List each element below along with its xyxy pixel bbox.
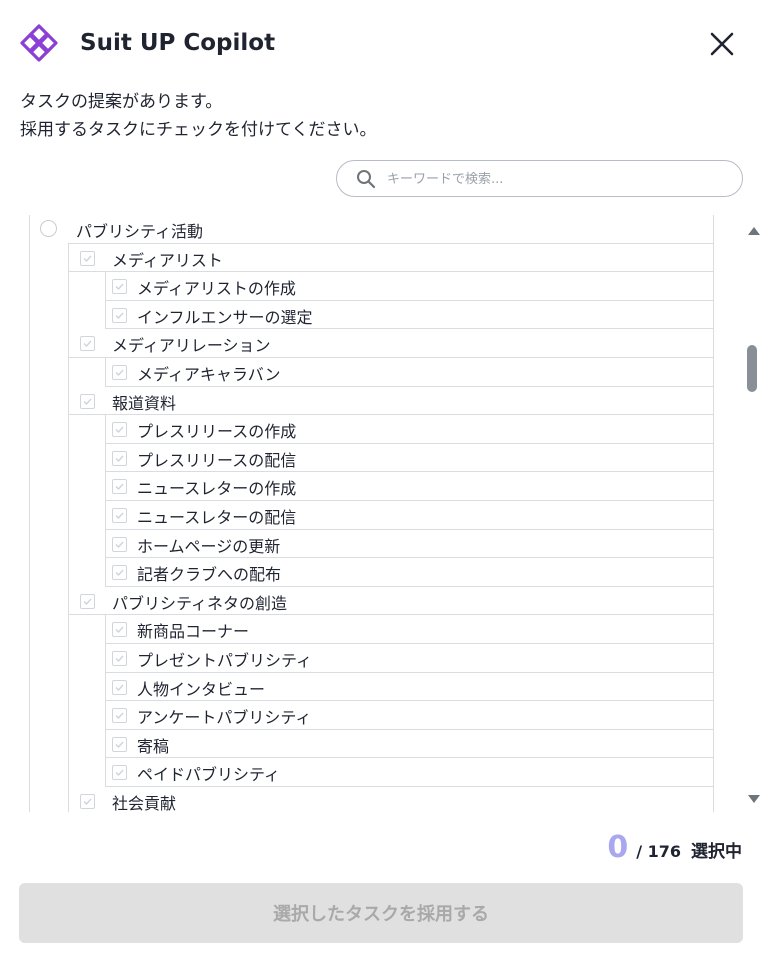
tree-item-label: アンケートパブリシティ — [137, 708, 312, 728]
tree-item-label: メディアリストの作成 — [137, 279, 296, 299]
task-checkbox[interactable] — [80, 336, 95, 352]
header: Suit UP Copilot — [0, 0, 760, 84]
root-radio[interactable] — [40, 220, 57, 237]
selected-suffix: 選択中 — [691, 842, 742, 862]
task-checkbox[interactable] — [112, 422, 127, 438]
tree-connector — [105, 358, 106, 387]
tree-connector — [105, 615, 106, 787]
task-checkbox[interactable] — [80, 250, 95, 266]
task-tree: パブリシティ活動 メディアリスト メディアリストの作成 インフルエンサーの選定 メディア… — [29, 215, 714, 812]
scrollbar[interactable] — [744, 215, 760, 812]
scroll-up-arrow-icon[interactable] — [748, 227, 760, 235]
task-checkbox[interactable] — [112, 508, 127, 523]
tree-group-label: 報道資料 — [112, 393, 177, 413]
task-checkbox[interactable] — [80, 794, 95, 809]
tree-root-label: パブリシティ活動 — [76, 222, 204, 241]
task-checkbox[interactable] — [112, 565, 127, 581]
tree-item-label: プレゼントパブリシティ — [137, 651, 313, 670]
task-checkbox[interactable] — [112, 536, 127, 552]
task-checkbox[interactable] — [112, 479, 127, 495]
tree-item-label: プレスリリースの配信 — [137, 450, 297, 470]
selection-counter: 0 / 176 選択中 — [607, 830, 742, 865]
tree-item-label: 人物インタビュー — [137, 679, 266, 699]
tree-item-label: 新商品コーナー — [137, 622, 250, 642]
task-checkbox[interactable] — [112, 736, 127, 752]
tree-item-label: プレスリリースの作成 — [137, 422, 297, 442]
tree-group-label: メディアリレーション — [112, 336, 271, 356]
tree-item-label: ニュースレターの作成 — [137, 479, 297, 499]
search-icon — [357, 170, 376, 189]
tree-group-label: 社会貢献 — [112, 794, 177, 812]
task-checkbox[interactable] — [80, 593, 95, 609]
search-input[interactable] — [387, 167, 727, 191]
close-icon[interactable] — [706, 28, 738, 60]
intro-line-2: 採用するタスクにチェックを付けてください。 — [20, 120, 377, 140]
tree-connector — [105, 272, 106, 330]
task-checkbox[interactable] — [112, 279, 127, 295]
tree-item-label: インフルエンサーの選定 — [137, 307, 313, 327]
tree-item-label: ホームページの更新 — [137, 536, 281, 556]
task-checkbox[interactable] — [112, 765, 127, 781]
search-box[interactable] — [336, 160, 743, 197]
intro-text: タスクの提案があります。 採用するタスクにチェックを付けてください。 — [20, 88, 377, 144]
selected-count: 0 — [607, 830, 629, 865]
app-title: Suit UP Copilot — [80, 30, 276, 56]
tree-group-label: パブリシティネタの創造 — [112, 593, 288, 613]
tree-item-label: ペイドパブリシティ — [137, 765, 281, 785]
task-checkbox[interactable] — [112, 622, 127, 638]
tree-item-label: 記者クラブへの配布 — [137, 565, 282, 585]
tree-connector — [105, 415, 106, 587]
suitup-logo-icon — [20, 24, 58, 62]
task-checkbox[interactable] — [112, 307, 127, 323]
task-checkbox[interactable] — [112, 450, 127, 466]
task-checkbox[interactable] — [80, 393, 95, 409]
scroll-thumb[interactable] — [747, 345, 757, 392]
tree-item-label: 寄稿 — [137, 736, 170, 756]
tree-item-label: ニュースレターの配信 — [137, 508, 297, 527]
task-checkbox[interactable] — [112, 679, 127, 695]
adopt-tasks-button[interactable]: 選択したタスクを採用する — [19, 883, 743, 943]
total-count: / 176 — [636, 842, 681, 861]
task-checkbox[interactable] — [112, 708, 127, 724]
tree-root-connector — [68, 243, 69, 812]
scroll-down-arrow-icon[interactable] — [748, 795, 760, 803]
tree-item-label: メディアキャラバン — [137, 365, 281, 384]
task-checkbox[interactable] — [112, 365, 127, 380]
task-checkbox[interactable] — [112, 651, 127, 666]
tree-group-label: メディアリスト — [112, 250, 223, 270]
tree-item[interactable] — [105, 730, 713, 759]
intro-line-1: タスクの提案があります。 — [20, 92, 223, 112]
copilot-panel: Suit UP Copilot タスクの提案があります。 採用するタスクにチェッ… — [0, 0, 760, 962]
